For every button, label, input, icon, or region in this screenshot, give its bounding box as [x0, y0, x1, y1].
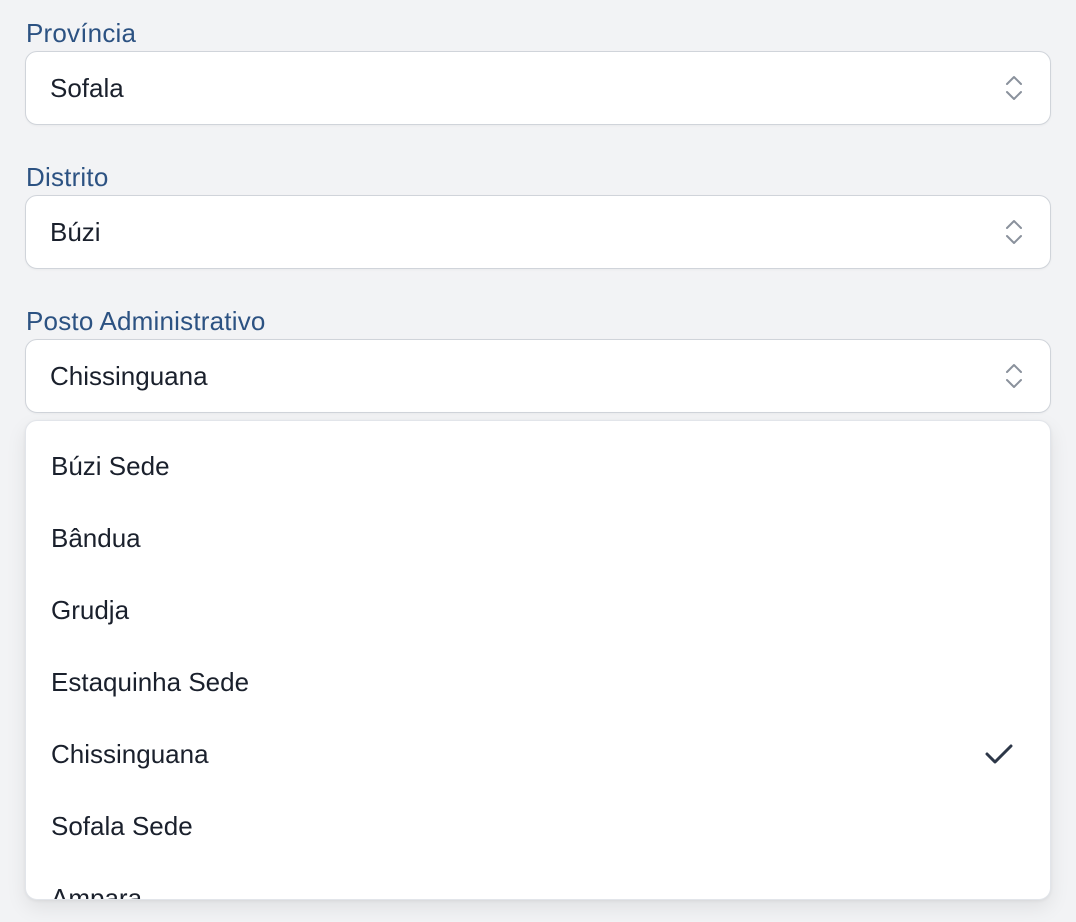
chevron-up-down-icon — [1006, 220, 1022, 244]
dropdown-option-buzi-sede[interactable]: Búzi Sede — [26, 430, 1050, 502]
provincia-select-value: Sofala — [50, 73, 124, 103]
dropdown-option-label: Grudja — [51, 595, 130, 625]
dropdown-option-bandua[interactable]: Bândua — [26, 502, 1050, 574]
location-form: Província Sofala Distrito Búzi Posto Adm… — [0, 0, 1076, 922]
distrito-select-value: Búzi — [50, 217, 101, 247]
posto-administrativo-select[interactable]: Chissinguana — [25, 339, 1051, 413]
dropdown-option-chissinguana[interactable]: Chissinguana — [26, 718, 1050, 790]
posto-administrativo-select-value: Chissinguana — [50, 361, 208, 391]
distrito-select[interactable]: Búzi — [25, 195, 1051, 269]
dropdown-option-label: Bândua — [51, 523, 141, 553]
dropdown-option-grudja[interactable]: Grudja — [26, 574, 1050, 646]
posto-administrativo-label: Posto Administrativo — [26, 306, 266, 336]
dropdown-option-label: Estaquinha Sede — [51, 667, 250, 697]
dropdown-option-label: Chissinguana — [51, 739, 209, 769]
dropdown-option-sofala-sede[interactable]: Sofala Sede — [26, 790, 1050, 862]
chevron-up-down-icon — [1006, 364, 1022, 388]
chevron-up-down-icon — [1006, 76, 1022, 100]
dropdown-option-estaquinha-sede[interactable]: Estaquinha Sede — [26, 646, 1050, 718]
dropdown-option-label: Búzi Sede — [51, 451, 170, 481]
dropdown-option-ampara[interactable]: Ampara — [26, 862, 1050, 900]
dropdown-option-label: Sofala Sede — [51, 811, 193, 841]
provincia-select[interactable]: Sofala — [25, 51, 1051, 125]
checkmark-icon — [985, 744, 1013, 764]
provincia-label: Província — [26, 18, 137, 48]
dropdown-option-label: Ampara — [51, 883, 143, 900]
posto-administrativo-dropdown[interactable]: Búzi Sede Bândua Grudja Estaquinha Sede … — [25, 420, 1051, 900]
distrito-label: Distrito — [26, 162, 109, 192]
